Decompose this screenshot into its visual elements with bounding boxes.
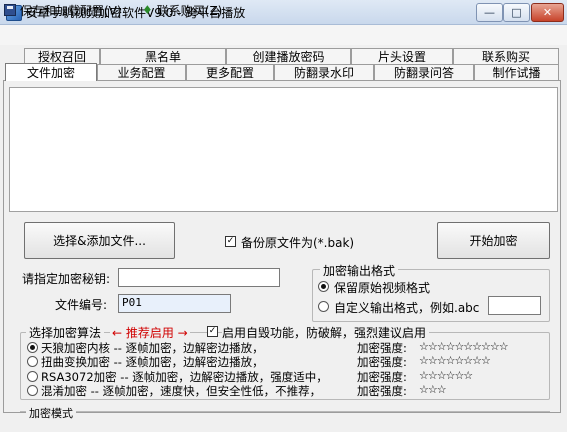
output-format-title: 加密输出格式 bbox=[320, 262, 399, 279]
self-destruct-label: 启用自毁功能，防破解，强烈建议启用 bbox=[222, 324, 430, 341]
close-icon: ✕ bbox=[542, 6, 553, 19]
algo-text-obfuscate: 混淆加密 -- 逐帧加密，速度快，但安全性低，不推荐， bbox=[41, 384, 322, 398]
file-list[interactable] bbox=[9, 87, 558, 212]
minimize-icon: — bbox=[484, 6, 495, 19]
start-encrypt-button[interactable]: 开始加密 bbox=[437, 222, 550, 259]
menu-save-load[interactable]: 保存和加载配置(V) bbox=[4, 2, 122, 18]
custom-format-label: 自定义输出格式，例如.abc bbox=[334, 301, 480, 315]
check-icon: ✓ bbox=[208, 326, 217, 336]
algo-radio-tianlang[interactable] bbox=[27, 342, 38, 353]
tab-anti-record-watermark[interactable]: 防翻录水印 bbox=[274, 64, 374, 80]
file-number-input[interactable]: P01 bbox=[118, 294, 231, 313]
self-destruct-checkbox[interactable]: ✓ bbox=[207, 326, 218, 337]
algo-radio-rsa3072[interactable] bbox=[27, 371, 38, 382]
menu-contact-buy[interactable]: ♦ 联系购买(Z) bbox=[142, 2, 222, 18]
algo-strength-label: 加密强度: bbox=[357, 355, 407, 369]
algorithm-title: 选择加密算法 bbox=[26, 324, 105, 341]
maximize-button[interactable]: □ bbox=[503, 3, 530, 22]
maximize-icon: □ bbox=[511, 6, 522, 19]
tab-make-trial[interactable]: 制作试播 bbox=[474, 64, 559, 80]
save-disk-icon bbox=[4, 4, 16, 16]
algo-radio-twist[interactable] bbox=[27, 356, 38, 367]
backup-checkbox[interactable]: ✓ bbox=[225, 236, 236, 247]
close-button[interactable]: ✕ bbox=[531, 3, 564, 22]
tab-auth-recall[interactable]: 授权召回 bbox=[24, 48, 100, 64]
minimize-button[interactable]: — bbox=[476, 3, 503, 22]
key-input[interactable] bbox=[118, 268, 280, 287]
menu-contact-buy-label: 联系购买(Z) bbox=[156, 3, 223, 18]
tab-intro-settings[interactable]: 片头设置 bbox=[351, 48, 453, 64]
menu-save-load-label: 保存和加载配置(V) bbox=[20, 3, 122, 18]
shopping-cart-icon: ♦ bbox=[142, 3, 153, 17]
keep-format-label: 保留原始视频格式 bbox=[334, 281, 431, 295]
file-number-label: 文件编号: bbox=[55, 298, 108, 312]
tab-file-encrypt[interactable]: 文件加密 bbox=[5, 63, 97, 81]
custom-format-radio[interactable] bbox=[318, 301, 329, 312]
custom-extension-input[interactable] bbox=[488, 296, 541, 315]
algo-strength-stars: ☆☆☆☆☆☆☆☆ bbox=[419, 354, 491, 367]
algo-radio-obfuscate[interactable] bbox=[27, 385, 38, 396]
menu-bar bbox=[0, 25, 567, 45]
recommend-hint: ← 推荐启用 → bbox=[110, 324, 190, 341]
encrypt-mode-group bbox=[20, 411, 550, 432]
algo-strength-stars: ☆☆☆☆☆☆ bbox=[419, 369, 473, 382]
algo-strength-label: 加密强度: bbox=[357, 384, 407, 398]
check-icon: ✓ bbox=[226, 236, 235, 246]
tab-anti-record-qa[interactable]: 防翻录问答 bbox=[374, 64, 474, 80]
backup-label: 备份原文件为(*.bak) bbox=[241, 236, 355, 250]
key-label: 请指定加密秘钥: bbox=[22, 272, 111, 286]
tab-more-config[interactable]: 更多配置 bbox=[186, 64, 274, 80]
tab-blacklist[interactable]: 黑名单 bbox=[100, 48, 226, 64]
select-add-files-button[interactable]: 选择&添加文件... bbox=[24, 222, 175, 259]
keep-format-radio[interactable] bbox=[318, 281, 329, 292]
algo-strength-stars: ☆☆☆ bbox=[419, 383, 447, 396]
algo-text-twist: 扭曲变换加密 -- 逐帧加密，边解密边播放， bbox=[41, 355, 264, 369]
algo-strength-stars: ☆☆☆☆☆☆☆☆☆☆ bbox=[419, 340, 509, 353]
tab-create-play-password[interactable]: 创建播放密码 bbox=[226, 48, 351, 64]
tab-contact-buy[interactable]: 联系购买 bbox=[453, 48, 559, 64]
encrypt-mode-title: 加密模式 bbox=[26, 405, 76, 421]
tab-business-config[interactable]: 业务配置 bbox=[97, 64, 186, 80]
